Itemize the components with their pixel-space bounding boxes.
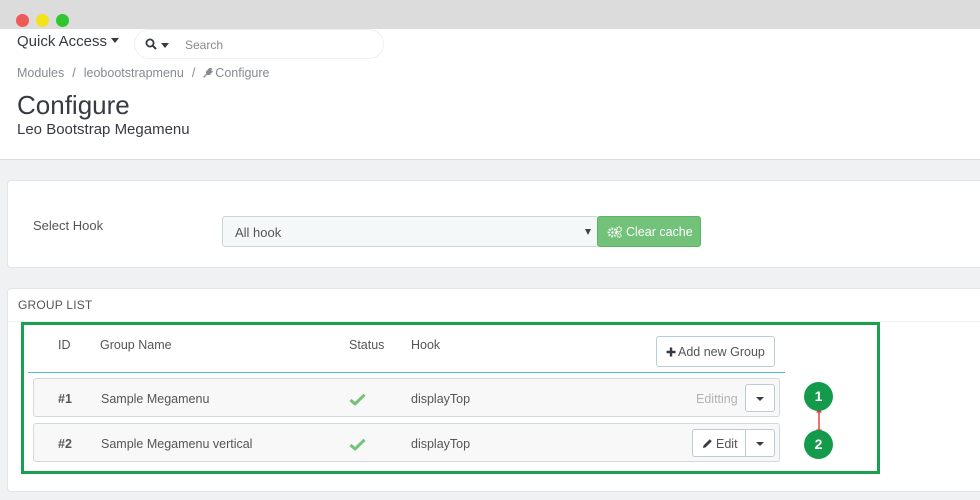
window-titlebar [0,0,980,29]
breadcrumb-separator: / [72,66,76,80]
row-hook: displayTop [411,392,471,406]
breadcrumb-module[interactable]: leobootstrapmenu [84,66,184,80]
search-input[interactable] [185,37,375,53]
breadcrumb-current: Configure [215,66,270,80]
table-header-divider [28,372,785,373]
page-title: Configure [17,90,130,120]
chevron-down-icon [585,229,591,235]
column-header-status: Status [349,338,385,352]
close-window-button[interactable] [16,14,29,27]
edit-button[interactable]: Edit [692,429,746,457]
row-id: #1 [58,392,72,406]
clear-cache-label: Clear cache [626,225,693,239]
search-box [134,29,384,59]
page-header: Quick Access Modules / leobootstrapmenu / Co… [0,29,980,160]
clear-cache-button[interactable]: Clear cache [597,216,701,247]
chevron-down-icon [111,38,120,43]
page-subtitle: Leo Bootstrap Megamenu [17,121,190,138]
row-id: #2 [58,437,72,451]
maximize-window-button[interactable] [56,14,69,27]
column-header-hook: Hook [411,338,441,352]
hook-select-value: All hook [235,225,282,240]
breadcrumb: Modules / leobootstrapmenu / Configure [17,66,270,80]
group-list-heading: GROUP LIST [8,289,980,322]
column-header-id: ID [58,338,71,352]
add-new-group-button[interactable]: Add new Group [656,336,775,367]
table-row[interactable]: #2 Sample Megamenu vertical displayTop E… [33,423,780,462]
column-header-group-name: Group Name [100,338,172,352]
chevron-down-icon [756,397,764,401]
editing-status: Editting [696,392,738,406]
plus-icon [666,347,676,357]
breadcrumb-modules[interactable]: Modules [17,66,64,80]
chevron-down-icon[interactable] [161,43,169,48]
hook-panel: Select Hook All hook Clear cache [7,180,980,268]
wrench-icon [203,68,214,78]
check-icon[interactable] [349,393,366,406]
gears-icon [607,226,623,238]
search-icon[interactable] [145,38,157,50]
quick-access-dropdown[interactable]: Quick Access [17,33,120,50]
row-group-name: Sample Megamenu vertical [101,437,253,451]
row-actions-dropdown[interactable] [745,384,775,412]
select-hook-label: Select Hook [33,218,104,233]
check-icon[interactable] [349,438,366,451]
annotation-badge-2: 2 [804,430,833,459]
row-hook: displayTop [411,437,471,451]
add-new-group-label: Add new Group [678,345,765,359]
table-row[interactable]: #1 Sample Megamenu displayTop Editting [33,378,780,417]
edit-label: Edit [716,437,738,451]
row-actions-dropdown[interactable] [745,429,775,457]
quick-access-label: Quick Access [17,33,108,50]
hook-select[interactable]: All hook [222,216,599,247]
breadcrumb-separator: / [191,66,196,80]
row-group-name: Sample Megamenu [101,392,210,406]
pencil-icon [703,439,712,448]
minimize-window-button[interactable] [36,14,49,27]
annotation-badge-1: 1 [804,382,833,411]
chevron-down-icon [756,442,764,446]
